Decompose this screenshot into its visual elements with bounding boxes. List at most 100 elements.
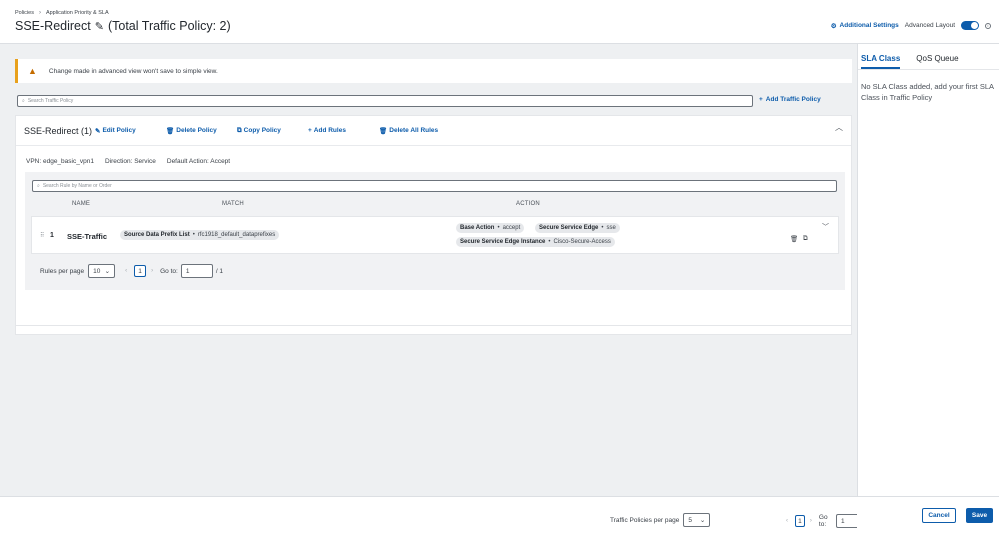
delete-policy-label: Delete Policy [176, 127, 217, 134]
rule-search-placeholder: Search Rule by Name or Order [42, 183, 112, 189]
search-icon: ⌕ [22, 98, 25, 104]
chevron-down-icon: ⌄ [699, 517, 706, 524]
pencil-icon: ✎ [95, 127, 101, 135]
chevron-up-icon[interactable]: ︿ [835, 122, 843, 133]
action-key: Base Action [460, 225, 495, 231]
search-rule-input[interactable]: ⌕ Search Rule by Name or Order [32, 180, 837, 192]
goto-input[interactable]: 1 [180, 264, 213, 278]
breadcrumb-item-app-priority[interactable]: Application Priority & SLA [46, 10, 109, 16]
search-traffic-policy-input[interactable]: ⌕ Search Traffic Policy [17, 95, 753, 107]
footer: Traffic Policies per page 5 ⌄ ‹ 1 › Go t… [0, 496, 869, 534]
next-page-icon[interactable]: › [810, 518, 812, 524]
copy-policy-button[interactable]: ⧉ Copy Policy [237, 127, 308, 135]
rule-order: 1 [50, 232, 54, 239]
divider [16, 325, 851, 326]
add-rules-label: Add Rules [313, 127, 346, 134]
sla-panel: SLA Class QoS Queue No SLA Class added, … [857, 44, 999, 534]
policies-pager: Traffic Policies per page 5 ⌄ [610, 513, 711, 527]
prev-page-icon[interactable]: ‹ [786, 518, 788, 524]
rules-per-page-label: Rules per page [40, 267, 85, 275]
cancel-button[interactable]: Cancel [922, 508, 956, 523]
additional-settings-link[interactable]: ⚙ Additional Settings [831, 22, 899, 30]
total-traffic-policy: (Total Traffic Policy: 2) [107, 19, 231, 33]
trash-icon: 🗑 [379, 127, 388, 135]
action-value: accept [502, 225, 521, 231]
add-traffic-policy-label: Add Traffic Policy [765, 96, 821, 103]
advanced-layout-label: Advanced Layout [904, 22, 955, 29]
page-title-text: SSE-Redirect [15, 19, 91, 33]
next-page-icon[interactable]: › [151, 268, 153, 274]
delete-all-rules-button[interactable]: 🗑 Delete All Rules [379, 127, 438, 135]
copy-policy-label: Copy Policy [243, 127, 281, 134]
delete-all-rules-label: Delete All Rules [389, 127, 439, 134]
action-value: Cisco-Secure-Access [553, 239, 611, 245]
policies-per-page-value: 5 [688, 516, 692, 524]
warning-banner: ▲ Change made in advanced view won't sav… [15, 59, 852, 83]
chevron-right-icon: › [38, 10, 41, 16]
action-pill-base: Base Action • accept [456, 223, 525, 233]
column-header-match: MATCH [222, 201, 244, 207]
tab-sla-class[interactable]: SLA Class [861, 54, 901, 69]
save-button[interactable]: Save [966, 508, 993, 523]
action-key: Secure Service Edge Instance [460, 239, 546, 245]
edit-policy-button[interactable]: ✎ Edit Policy [95, 127, 166, 135]
policies-per-page-label: Traffic Policies per page [610, 516, 680, 524]
copy-icon: ⧉ [237, 126, 242, 134]
advanced-layout-toggle[interactable] [961, 21, 979, 30]
plus-icon: + [308, 127, 312, 134]
page-total: / 1 [215, 267, 224, 275]
trash-icon: 🗑 [166, 127, 175, 135]
plus-icon: + [759, 96, 763, 103]
table-row[interactable]: ⠿ 1 SSE-Traffic Source Data Prefix List •… [31, 216, 839, 254]
edit-policy-label: Edit Policy [102, 127, 136, 134]
goto-label: Go to: [160, 267, 178, 275]
add-traffic-policy-button[interactable]: + Add Traffic Policy [759, 96, 821, 103]
goto-label: Go to: [818, 514, 828, 528]
page-button[interactable]: 1 [134, 265, 147, 277]
prev-page-icon[interactable]: ‹ [125, 268, 127, 274]
action-value: sse [606, 225, 616, 231]
match-key: Source Data Prefix List [124, 232, 190, 238]
add-rules-button[interactable]: + Add Rules [308, 127, 379, 135]
top-bar: Policies › Application Priority & SLA SS… [0, 0, 999, 44]
trash-icon[interactable]: 🗑 [790, 235, 798, 243]
warning-text: Change made in advanced view won't save … [48, 67, 218, 75]
rules-per-page-select[interactable]: 10 ⌄ [88, 264, 116, 278]
match-value: rfc1918_default_dataprefixes [197, 232, 276, 238]
chevron-down-icon: ⌄ [104, 268, 111, 275]
rules-per-page-value: 10 [93, 267, 101, 275]
search-icon: ⌕ [37, 183, 40, 189]
match-pill: Source Data Prefix List • rfc1918_default… [120, 230, 280, 240]
policies-per-page-select[interactable]: 5 ⌄ [683, 513, 711, 527]
column-header-name: NAME [72, 201, 91, 207]
footer-actions: Cancel Save [857, 496, 999, 534]
chevron-down-icon[interactable]: ﹀ [822, 222, 829, 232]
breadcrumb-item-policies[interactable]: Policies [15, 10, 34, 16]
tab-qos-queue[interactable]: QoS Queue [916, 54, 958, 69]
page-button[interactable]: 1 [795, 515, 805, 527]
header-controls: ⚙ Additional Settings Advanced Layout i [831, 21, 991, 30]
page-title: SSE-Redirect ✎ (Total Traffic Policy: 2) [15, 19, 231, 33]
action-key: Secure Service Edge [539, 225, 599, 231]
copy-icon[interactable]: ⧉ [803, 235, 808, 243]
empty-sla-message: No SLA Class added, add your first SLA C… [861, 82, 994, 102]
panel-tabs: SLA Class QoS Queue [858, 44, 999, 70]
breadcrumb: Policies › Application Priority & SLA [15, 10, 109, 16]
rule-name: SSE-Traffic [67, 232, 108, 241]
rules-pager: Rules per page 10 ⌄ ‹ 1 › Go to: 1 / 1 [40, 264, 223, 278]
info-icon[interactable]: i [985, 22, 991, 29]
action-pill-sse: Secure Service Edge • sse [535, 223, 620, 233]
action-pill-sse-instance: Secure Service Edge Instance • Cisco-Secu… [456, 237, 615, 247]
warning-icon: ▲ [28, 66, 37, 76]
column-header-action: ACTION [516, 201, 540, 207]
policy-meta: VPN: edge_basic_vpn1 Direction: Service … [16, 146, 851, 174]
delete-policy-button[interactable]: 🗑 Delete Policy [166, 127, 237, 135]
search-placeholder: Search Traffic Policy [27, 98, 74, 104]
drag-handle-icon[interactable]: ⠿ [40, 232, 44, 239]
policy-card: SSE-Redirect (1) ✎ Edit Policy 🗑 Delete … [15, 115, 852, 335]
gear-icon: ⚙ [830, 22, 837, 30]
policy-name: SSE-Redirect (1) [24, 125, 93, 136]
additional-settings-label: Additional Settings [839, 22, 899, 29]
pencil-icon[interactable]: ✎ [95, 20, 104, 33]
rules-table: ⌕ Search Rule by Name or Order NAME MATC… [25, 172, 845, 290]
